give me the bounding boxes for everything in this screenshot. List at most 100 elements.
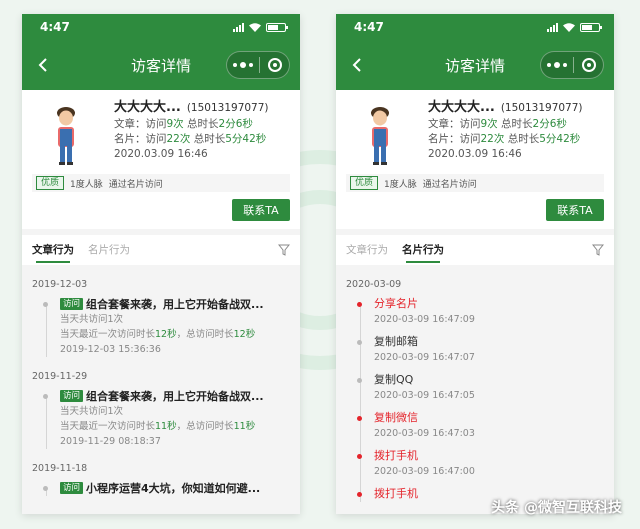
timeline-dot — [357, 340, 362, 345]
article-timeline: 2019-12-03 访问 组合套餐来袭，用上它开始备战双... 当天共访问1次 … — [22, 279, 300, 496]
action-label: 分享名片 — [374, 297, 418, 310]
status-time: 4:47 — [354, 20, 384, 34]
visit-tag: 访问 — [60, 482, 84, 494]
list-item[interactable]: 访问 组合套餐来袭，用上它开始备战双... 当天共访问1次 当天最近一次访问时长1… — [43, 296, 290, 357]
duration-info: 当天最近一次访问时长11秒，总访问时长11秒 — [60, 421, 256, 432]
timeline-dot — [357, 454, 362, 459]
tab-card-behavior[interactable]: 名片行为 — [402, 235, 444, 265]
list-item[interactable]: 复制QQ 2020-03-09 16:47:05 — [357, 372, 604, 403]
contact-button[interactable]: 联系TA — [546, 199, 604, 221]
status-bar: 4:47 — [22, 14, 300, 40]
list-item[interactable]: 拨打手机 2020-03-09 16:47:00 — [357, 448, 604, 479]
battery-icon — [580, 22, 602, 32]
duration-info: 当天最近一次访问时长12秒，总访问时长12秒 — [60, 329, 256, 340]
timeline-dot — [357, 302, 362, 307]
phone-screen-article: 4:47 访客详情 大大大大... (15013197077) 文章：访问9次 … — [22, 14, 300, 514]
miniprogram-capsule — [226, 51, 290, 79]
back-icon[interactable] — [34, 55, 54, 75]
action-time: 2020-03-09 16:47:07 — [374, 352, 475, 363]
quality-badge: 优质 — [350, 176, 379, 190]
card-stats: 名片：访问22次 总时长5分42秒 — [428, 133, 581, 145]
day-visit-count: 当天共访问1次 — [60, 314, 124, 325]
filter-icon[interactable] — [592, 244, 604, 256]
phone-screen-card: 4:47 访客详情 大大大大... (15013197077) 文章：访问9次 … — [336, 14, 614, 514]
nav-bar: 访客详情 — [336, 40, 614, 90]
visit-tag: 访问 — [60, 298, 84, 310]
action-time: 2020-03-09 16:47:09 — [374, 314, 475, 325]
visit-source: 通过名片访问 — [422, 179, 477, 190]
avatar — [371, 107, 389, 165]
visitor-tags: 优质 1度人脉 通过名片访问 — [346, 174, 604, 192]
list-item[interactable]: 访问 小程序运营4大坑，你知道如何避... — [43, 480, 290, 496]
card-timeline: 2020-03-09 分享名片 2020-03-09 16:47:09 复制邮箱 20… — [336, 279, 614, 502]
timeline-dot — [43, 486, 48, 491]
page-title: 访客详情 — [444, 56, 505, 75]
date-header: 2019-11-29 — [32, 371, 88, 382]
list-item[interactable]: 访问 组合套餐来袭，用上它开始备战双... 当天共访问1次 当天最近一次访问时长1… — [43, 388, 290, 449]
action-label: 拨打手机 — [374, 449, 418, 462]
article-title: 组合套餐来袭，用上它开始备战双... — [86, 298, 264, 311]
back-icon[interactable] — [348, 55, 368, 75]
contact-degree: 1度人脉 — [384, 179, 417, 190]
signal-icon — [547, 22, 558, 32]
visitor-profile: 大大大大... (15013197077) 文章：访问9次 总时长2分6秒 名片… — [336, 90, 614, 229]
action-time: 2020-03-09 16:47:05 — [374, 390, 475, 401]
article-title: 组合套餐来袭，用上它开始备战双... — [86, 390, 264, 403]
avatar — [57, 107, 75, 165]
article-title: 小程序运营4大坑，你知道如何避... — [86, 482, 261, 495]
wifi-icon — [249, 22, 261, 32]
quality-badge: 优质 — [36, 176, 65, 190]
timeline-dot — [43, 394, 48, 399]
visitor-name: 大大大大... — [114, 100, 181, 115]
close-capsule-icon[interactable] — [574, 58, 603, 72]
wifi-icon — [563, 22, 575, 32]
behavior-tabs: 文章行为 名片行为 — [22, 235, 300, 265]
list-item[interactable]: 分享名片 2020-03-09 16:47:09 — [357, 296, 604, 327]
tab-article-behavior[interactable]: 文章行为 — [32, 235, 74, 265]
miniprogram-capsule — [540, 51, 604, 79]
date-header: 2019-12-03 — [32, 279, 88, 290]
action-label: 复制微信 — [374, 411, 418, 424]
timeline-dot — [357, 416, 362, 421]
action-label: 复制邮箱 — [374, 335, 418, 348]
action-time: 2020-03-09 16:47:03 — [374, 428, 475, 439]
battery-icon — [266, 22, 288, 32]
day-visit-count: 当天共访问1次 — [60, 406, 124, 417]
page-title: 访客详情 — [130, 56, 191, 75]
visit-time: 2019-12-03 15:36:36 — [60, 344, 161, 355]
visit-source: 通过名片访问 — [108, 179, 163, 190]
filter-icon[interactable] — [278, 244, 290, 256]
card-stats: 名片：访问22次 总时长5分42秒 — [114, 133, 267, 145]
more-icon[interactable] — [541, 52, 573, 78]
date-header: 2020-03-09 — [346, 279, 402, 290]
visit-date: 2020.03.09 16:46 — [114, 148, 208, 160]
visitor-name: 大大大大... — [428, 100, 495, 115]
action-time: 2020-03-09 16:47:00 — [374, 466, 475, 477]
article-stats: 文章：访问9次 总时长2分6秒 — [114, 118, 253, 130]
visit-time: 2019-11-29 08:18:37 — [60, 436, 161, 447]
list-item[interactable]: 复制微信 2020-03-09 16:47:03 — [357, 410, 604, 441]
visit-tag: 访问 — [60, 390, 84, 402]
visitor-tags: 优质 1度人脉 通过名片访问 — [32, 174, 290, 192]
more-icon[interactable] — [227, 52, 259, 78]
visitor-phone: (15013197077) — [500, 102, 583, 114]
status-bar: 4:47 — [336, 14, 614, 40]
list-item[interactable]: 复制邮箱 2020-03-09 16:47:07 — [357, 334, 604, 365]
header: 4:47 访客详情 — [336, 14, 614, 90]
status-time: 4:47 — [40, 20, 70, 34]
nav-bar: 访客详情 — [22, 40, 300, 90]
visitor-phone: (15013197077) — [186, 102, 269, 114]
header: 4:47 访客详情 — [22, 14, 300, 90]
contact-button[interactable]: 联系TA — [232, 199, 290, 221]
watermark: 头条 @微智互联科技 — [491, 500, 622, 516]
visitor-profile: 大大大大... (15013197077) 文章：访问9次 总时长2分6秒 名片… — [22, 90, 300, 229]
signal-icon — [233, 22, 244, 32]
tab-card-behavior[interactable]: 名片行为 — [88, 235, 130, 265]
visit-date: 2020.03.09 16:46 — [428, 148, 522, 160]
date-header: 2019-11-18 — [32, 463, 88, 474]
timeline-dot — [357, 378, 362, 383]
contact-degree: 1度人脉 — [70, 179, 103, 190]
timeline-dot — [43, 302, 48, 307]
tab-article-behavior[interactable]: 文章行为 — [346, 235, 388, 265]
close-capsule-icon[interactable] — [260, 58, 289, 72]
